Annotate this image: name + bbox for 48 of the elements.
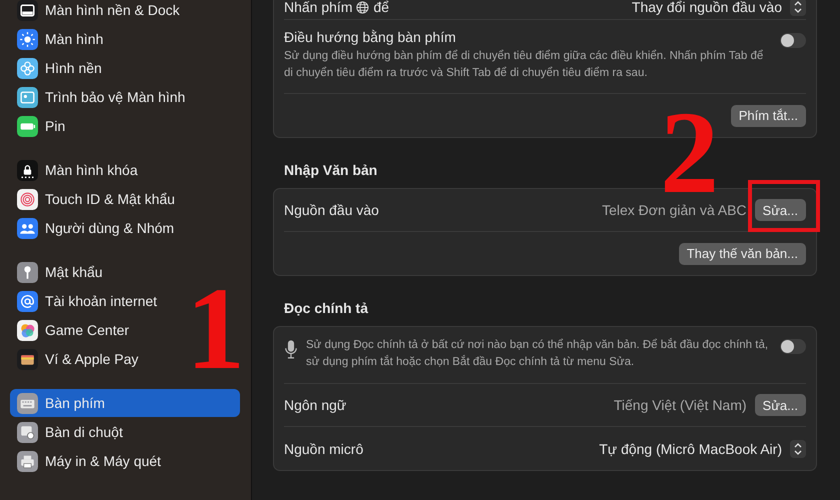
setting-label: Ngôn ngữ [284, 397, 346, 413]
setting-label: Nguồn micrô [284, 440, 364, 456]
at-icon [17, 290, 38, 312]
setting-label: Nhấn phím [284, 0, 352, 15]
screensaver-icon [17, 86, 38, 108]
wallpaper-icon [17, 58, 38, 78]
battery-icon [17, 116, 38, 136]
edit-button[interactable]: Thay thế văn bản... [678, 242, 806, 264]
globe-icon [356, 0, 370, 14]
sidebar-item[interactable]: Máy in & Máy quét [10, 447, 240, 475]
section-heading: Nhập Văn bản [283, 161, 378, 180]
microphone-icon [284, 339, 298, 361]
keyboard-icon [17, 392, 38, 414]
step-number-annotation: 2 [660, 112, 719, 195]
setting-value: Tự động (Micrô MacBook Air) [599, 440, 782, 456]
key-icon [17, 262, 38, 282]
display-icon [17, 28, 38, 50]
step-number-annotation: 1 [186, 288, 245, 371]
wallet-icon [17, 348, 38, 370]
sidebar-item[interactable]: Trình bảo vệ Màn hình [10, 83, 240, 111]
sidebar-item[interactable]: Bàn phím [10, 389, 240, 417]
setting-label: Điều hướng bằng bàn phím [284, 29, 457, 45]
users-icon [17, 218, 38, 238]
edit-button[interactable]: Sửa... [754, 199, 806, 221]
section-heading: Đọc chính tả [283, 299, 370, 318]
toggle-switch[interactable] [780, 339, 806, 354]
setting-value: Thay đổi nguồn đầu vào [632, 0, 782, 15]
sidebar-item[interactable]: Người dùng & Nhóm [10, 214, 240, 242]
lock-icon [17, 160, 38, 180]
printer-icon [17, 450, 38, 472]
sidebar-item[interactable]: Hình nền [10, 54, 240, 82]
sidebar-item[interactable]: Pin [10, 112, 240, 140]
sidebar-item[interactable]: Touch ID & Mật khẩu [10, 185, 240, 213]
sidebar-item[interactable]: Mật khẩu [10, 258, 240, 286]
sidebar-item[interactable]: Màn hình [10, 25, 240, 53]
setting-description: Sử dụng điều hướng bàn phím để di chuyển tiêu điểm giữa các điều khiển. Nhấn phím Tab để di chuyển tiêu điểm ra trước và Shift Tab để di chuyển tiêu điểm ra sau. [284, 48, 764, 81]
toggle-switch[interactable] [780, 33, 806, 48]
dock-icon [17, 0, 38, 20]
setting-label: Nguồn đầu vào [284, 202, 379, 218]
setting-description: Sử dụng Đọc chính tả ở bất cứ nơi nào bạn có thể nhập văn bản. Để bắt đầu đọc chính tả, sử dụng phím tắt hoặc chọn Bắt đầu Đọc chính tả từ menu Sửa. [306, 337, 770, 370]
edit-button[interactable]: Phím tắt... [730, 104, 806, 126]
setting-value: Telex Đơn giản và ABC [602, 202, 747, 218]
edit-button[interactable]: Sửa... [754, 394, 806, 416]
setting-label: để [373, 0, 390, 15]
sidebar-item[interactable]: Màn hình nền & Dock [10, 0, 240, 24]
sidebar-item[interactable]: Màn hình khóa [10, 156, 240, 184]
setting-value: Tiếng Việt (Việt Nam) [614, 397, 747, 413]
sidebar-item[interactable]: Bàn di chuột [10, 418, 240, 446]
